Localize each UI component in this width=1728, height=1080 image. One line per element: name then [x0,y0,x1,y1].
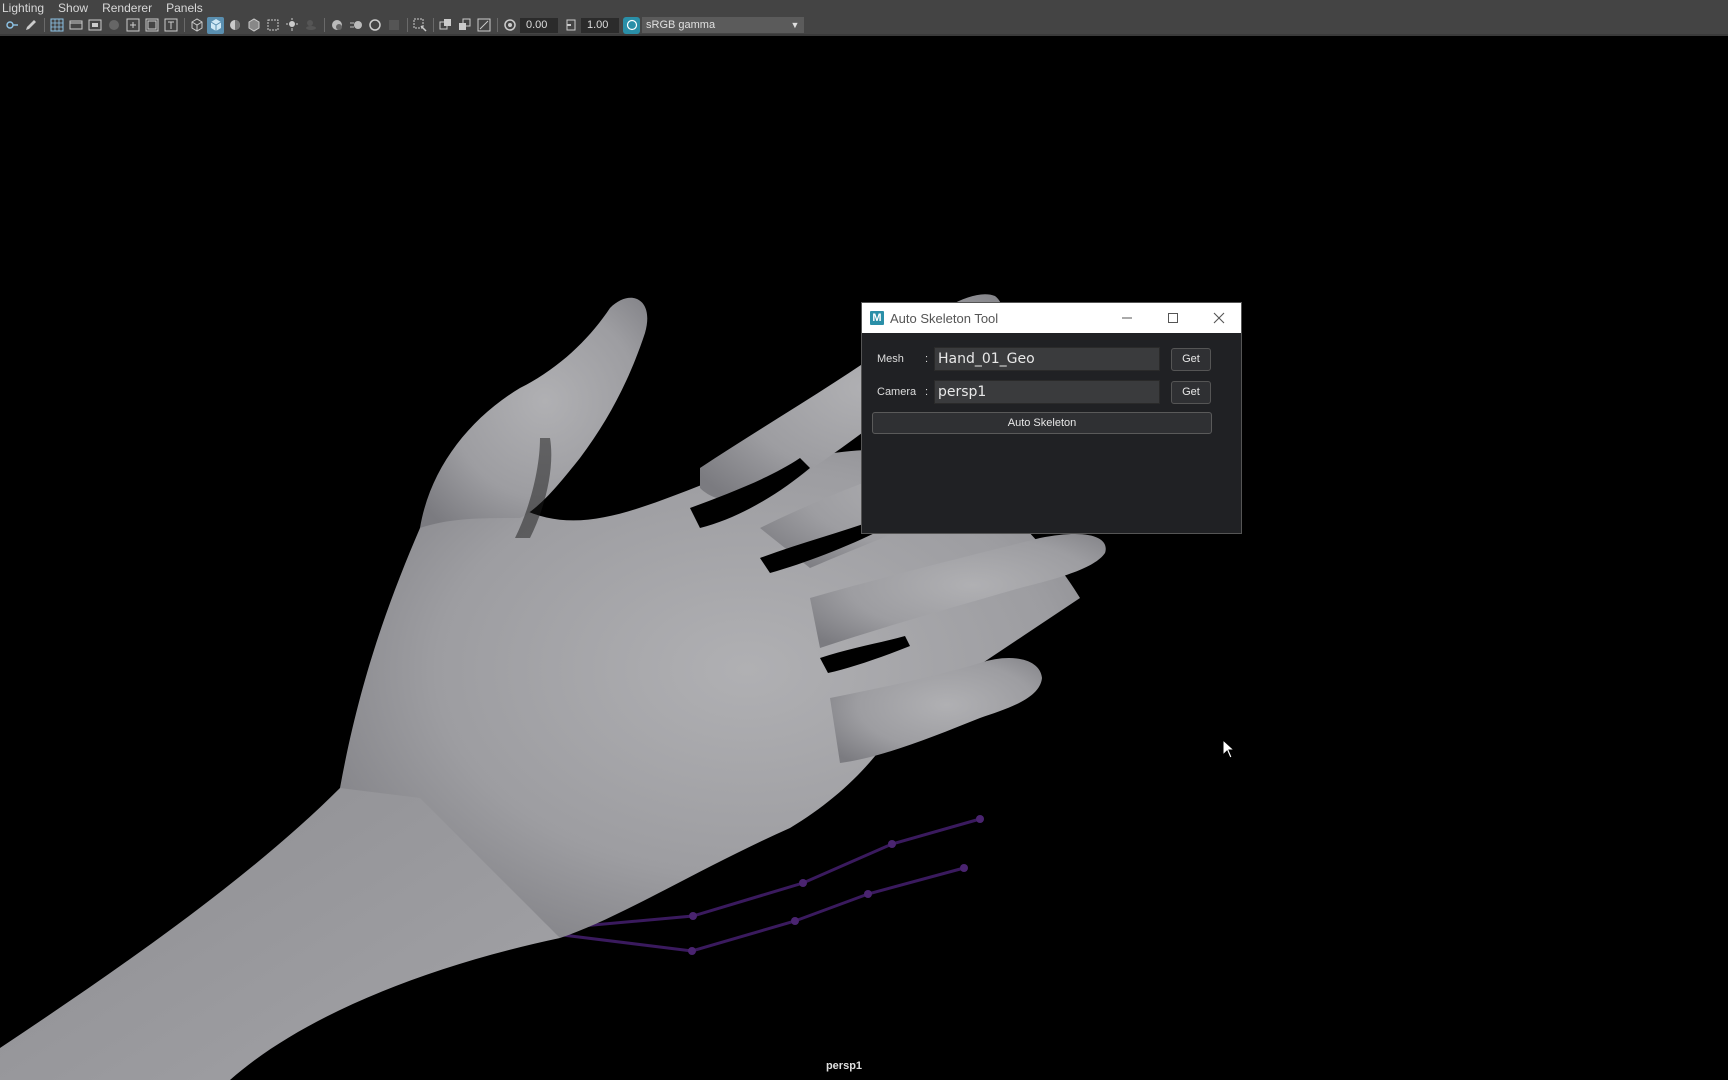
close-icon [1213,312,1225,324]
auto-skeleton-dialog: M Auto Skeleton Tool Mesh : Hand_01_Geo … [861,302,1242,534]
smooth-wireframe-icon[interactable] [475,17,492,34]
camera-row: Camera : persp1 Get [862,380,1243,406]
camera-name-label: persp1 [825,1060,863,1072]
maximize-icon [1168,313,1178,323]
minimize-button[interactable] [1107,303,1147,333]
two-sided-lighting-icon[interactable] [437,17,454,34]
xray-icon[interactable] [264,17,281,34]
safe-action-icon[interactable] [143,17,160,34]
select-camera-icon[interactable] [3,17,20,34]
camera-label: Camera [877,386,917,398]
gate-mask-icon[interactable] [105,17,122,34]
toolbar-separator [407,18,408,32]
color-management-icon[interactable] [623,16,640,34]
safe-title-icon[interactable] [162,17,179,34]
toolbar-separator [324,18,325,32]
dialog-titlebar[interactable]: M Auto Skeleton Tool [862,303,1241,333]
backface-culling-icon[interactable] [456,17,473,34]
default-material-icon[interactable] [226,17,243,34]
resolution-gate-icon[interactable] [86,17,103,34]
viewport-toolbar: 0.00 1.00 sRGB gamma ▼ [0,16,1728,36]
grid-icon[interactable] [48,17,65,34]
viewport-3d[interactable] [0,38,1728,1080]
film-gate-icon[interactable] [67,17,84,34]
exposure-input[interactable]: 0.00 [520,17,558,33]
camera-colon: : [925,386,929,398]
shadows-icon[interactable] [302,17,319,34]
toolbar-separator [433,18,434,32]
gamma-input[interactable]: 1.00 [581,17,619,33]
menu-show[interactable]: Show [58,0,88,16]
wireframe-icon[interactable] [188,17,205,34]
depth-of-field-icon[interactable] [385,17,402,34]
hand-mesh[interactable] [0,38,1728,1080]
smooth-shade-icon[interactable] [207,16,224,34]
menu-renderer[interactable]: Renderer [102,0,152,16]
dialog-title: Auto Skeleton Tool [890,310,999,326]
mouse-cursor-icon [1222,739,1236,759]
field-chart-icon[interactable] [124,17,141,34]
ambient-occlusion-icon[interactable] [328,17,345,34]
mesh-field[interactable]: Hand_01_Geo [934,347,1160,371]
pencil-icon[interactable] [22,17,39,34]
toolbar-separator [497,18,498,32]
chevron-down-icon: ▼ [786,17,804,33]
menubar: Lighting Show Renderer Panels [0,0,1728,16]
get-mesh-button[interactable]: Get [1171,348,1211,371]
toolbar-separator [184,18,185,32]
color-space-value: sRGB gamma [646,19,716,31]
wireframe-on-shaded-icon[interactable] [245,17,262,34]
minimize-icon [1122,317,1132,319]
color-space-dropdown[interactable]: sRGB gamma ▼ [642,17,804,33]
toolbar-separator [44,18,45,32]
maximize-button[interactable] [1153,303,1193,333]
maya-logo-icon: M [870,311,884,325]
isolate-select-icon[interactable] [411,17,428,34]
mesh-colon: : [925,353,929,365]
anti-aliasing-icon[interactable] [366,17,383,34]
camera-field[interactable]: persp1 [934,380,1160,404]
exposure-icon[interactable] [501,17,518,34]
gamma-icon[interactable] [562,17,579,34]
motion-blur-icon[interactable] [347,17,364,34]
mesh-row: Mesh : Hand_01_Geo Get [862,347,1243,373]
close-button[interactable] [1199,303,1239,333]
menu-panels[interactable]: Panels [166,0,203,16]
menu-lighting[interactable]: Lighting [2,0,44,16]
get-camera-button[interactable]: Get [1171,381,1211,404]
auto-skeleton-button[interactable]: Auto Skeleton [872,412,1212,434]
mesh-label: Mesh [877,353,904,365]
lights-icon[interactable] [283,17,300,34]
